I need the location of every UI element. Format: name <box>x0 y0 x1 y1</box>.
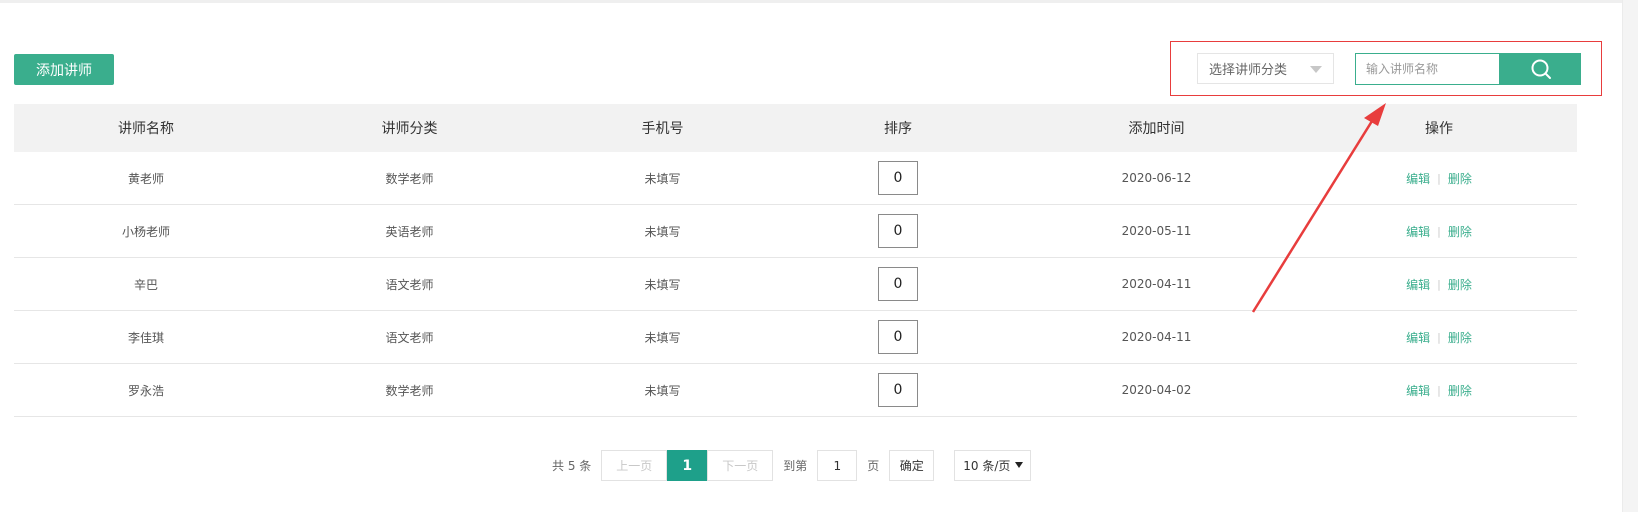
cell-phone: 未填写 <box>644 330 681 345</box>
header-teacher-name: 讲师名称 <box>118 121 174 137</box>
cell-teacher-name: 李佳琪 <box>127 330 164 345</box>
cell-phone: 未填写 <box>644 277 681 292</box>
page-size-value: 10 条/页 <box>963 459 1011 473</box>
edit-link[interactable]: 编辑 <box>1406 329 1430 346</box>
goto-label: 到第 <box>783 459 808 473</box>
cell-phone: 未填写 <box>644 171 681 186</box>
header-sort: 排序 <box>884 121 912 137</box>
category-select-value: 选择讲师分类 <box>1209 63 1288 78</box>
table-header: 讲师名称 讲师分类 手机号 排序 添加时间 操作 <box>14 104 1577 152</box>
cell-teacher-category: 语文老师 <box>385 277 434 292</box>
confirm-button[interactable]: 确定 <box>889 450 935 481</box>
edit-link[interactable]: 编辑 <box>1406 170 1430 187</box>
teacher-name-input[interactable] <box>1355 53 1500 85</box>
search-icon <box>1531 59 1551 79</box>
header-added-time: 添加时间 <box>1128 121 1185 137</box>
cell-added-time: 2020-04-11 <box>1121 330 1192 344</box>
cell-teacher-category: 英语老师 <box>385 224 434 239</box>
action-separator: | <box>1437 224 1441 238</box>
cell-sort: 0 <box>784 311 1012 363</box>
delete-link[interactable]: 删除 <box>1448 276 1472 293</box>
cell-added-time: 2020-04-02 <box>1121 383 1192 397</box>
action-separator: | <box>1437 330 1441 344</box>
cell-teacher-name: 罗永浩 <box>127 383 164 398</box>
cell-actions: 编辑 | 删除 <box>1301 152 1577 204</box>
cell-added-time: 2020-04-11 <box>1121 277 1192 291</box>
sort-input[interactable]: 0 <box>878 320 918 354</box>
cell-teacher-name: 辛巴 <box>133 277 158 292</box>
cell-sort: 0 <box>784 258 1012 310</box>
header-teacher-category: 讲师分类 <box>381 121 438 137</box>
cell-teacher-name: 小杨老师 <box>121 224 170 239</box>
action-separator: | <box>1437 171 1441 185</box>
cell-teacher-category: 数学老师 <box>385 383 434 398</box>
add-teacher-button[interactable]: 添加讲师 <box>14 54 114 85</box>
cell-actions: 编辑 | 删除 <box>1301 311 1577 363</box>
teacher-table: 讲师名称 讲师分类 手机号 排序 添加时间 操作 黄老师 数学老师 未填写 0 … <box>14 104 1577 417</box>
cell-actions: 编辑 | 删除 <box>1301 258 1577 310</box>
vertical-scrollbar[interactable] <box>1622 0 1638 512</box>
edit-link[interactable]: 编辑 <box>1406 382 1430 399</box>
delete-link[interactable]: 删除 <box>1448 382 1472 399</box>
cell-actions: 编辑 | 删除 <box>1301 364 1577 416</box>
sort-input[interactable]: 0 <box>878 214 918 248</box>
table-row: 黄老师 数学老师 未填写 0 2020-06-12 编辑 | 删除 <box>14 152 1577 205</box>
cell-phone: 未填写 <box>644 383 681 398</box>
cell-teacher-category: 数学老师 <box>385 171 434 186</box>
total-count: 共 5 条 <box>552 459 592 473</box>
cell-sort: 0 <box>784 364 1012 416</box>
delete-link[interactable]: 删除 <box>1448 329 1472 346</box>
next-page-button[interactable]: 下一页 <box>707 450 774 481</box>
page-size-select[interactable]: 10 条/页 <box>954 450 1032 481</box>
action-separator: | <box>1437 277 1441 291</box>
goto-page-input[interactable]: 1 <box>817 450 858 481</box>
caret-down-icon <box>1310 66 1322 73</box>
table-row: 罗永浩 数学老师 未填写 0 2020-04-02 编辑 | 删除 <box>14 364 1577 417</box>
cell-sort: 0 <box>784 152 1012 204</box>
table-row: 小杨老师 英语老师 未填写 0 2020-05-11 编辑 | 删除 <box>14 205 1577 258</box>
prev-page-button[interactable]: 上一页 <box>601 450 668 481</box>
cell-sort: 0 <box>784 205 1012 257</box>
header-actions: 操作 <box>1425 121 1453 137</box>
delete-link[interactable]: 删除 <box>1448 170 1472 187</box>
sort-input[interactable]: 0 <box>878 267 918 301</box>
category-select[interactable]: 选择讲师分类 <box>1197 53 1334 84</box>
caret-down-icon <box>1015 462 1024 468</box>
table-row: 李佳琪 语文老师 未填写 0 2020-04-11 编辑 | 删除 <box>14 311 1577 364</box>
header-phone: 手机号 <box>641 121 684 137</box>
table-row: 辛巴 语文老师 未填写 0 2020-04-11 编辑 | 删除 <box>14 258 1577 311</box>
edit-link[interactable]: 编辑 <box>1406 223 1430 240</box>
cell-added-time: 2020-05-11 <box>1121 224 1192 238</box>
page-unit-label: 页 <box>867 459 880 473</box>
cell-teacher-category: 语文老师 <box>385 330 434 345</box>
search-button[interactable] <box>1500 53 1581 85</box>
cell-actions: 编辑 | 删除 <box>1301 205 1577 257</box>
action-separator: | <box>1437 383 1441 397</box>
page-number-button[interactable]: 1 <box>667 450 708 481</box>
delete-link[interactable]: 删除 <box>1448 223 1472 240</box>
top-strip <box>0 0 1638 3</box>
cell-phone: 未填写 <box>644 224 681 239</box>
cell-teacher-name: 黄老师 <box>127 171 164 186</box>
sort-input[interactable]: 0 <box>878 373 918 407</box>
edit-link[interactable]: 编辑 <box>1406 276 1430 293</box>
cell-added-time: 2020-06-12 <box>1121 171 1192 185</box>
pagination: 共 5 条 上一页 1 下一页 到第 1 页 确定 10 条/页 <box>552 450 1032 481</box>
sort-input[interactable]: 0 <box>878 161 918 195</box>
